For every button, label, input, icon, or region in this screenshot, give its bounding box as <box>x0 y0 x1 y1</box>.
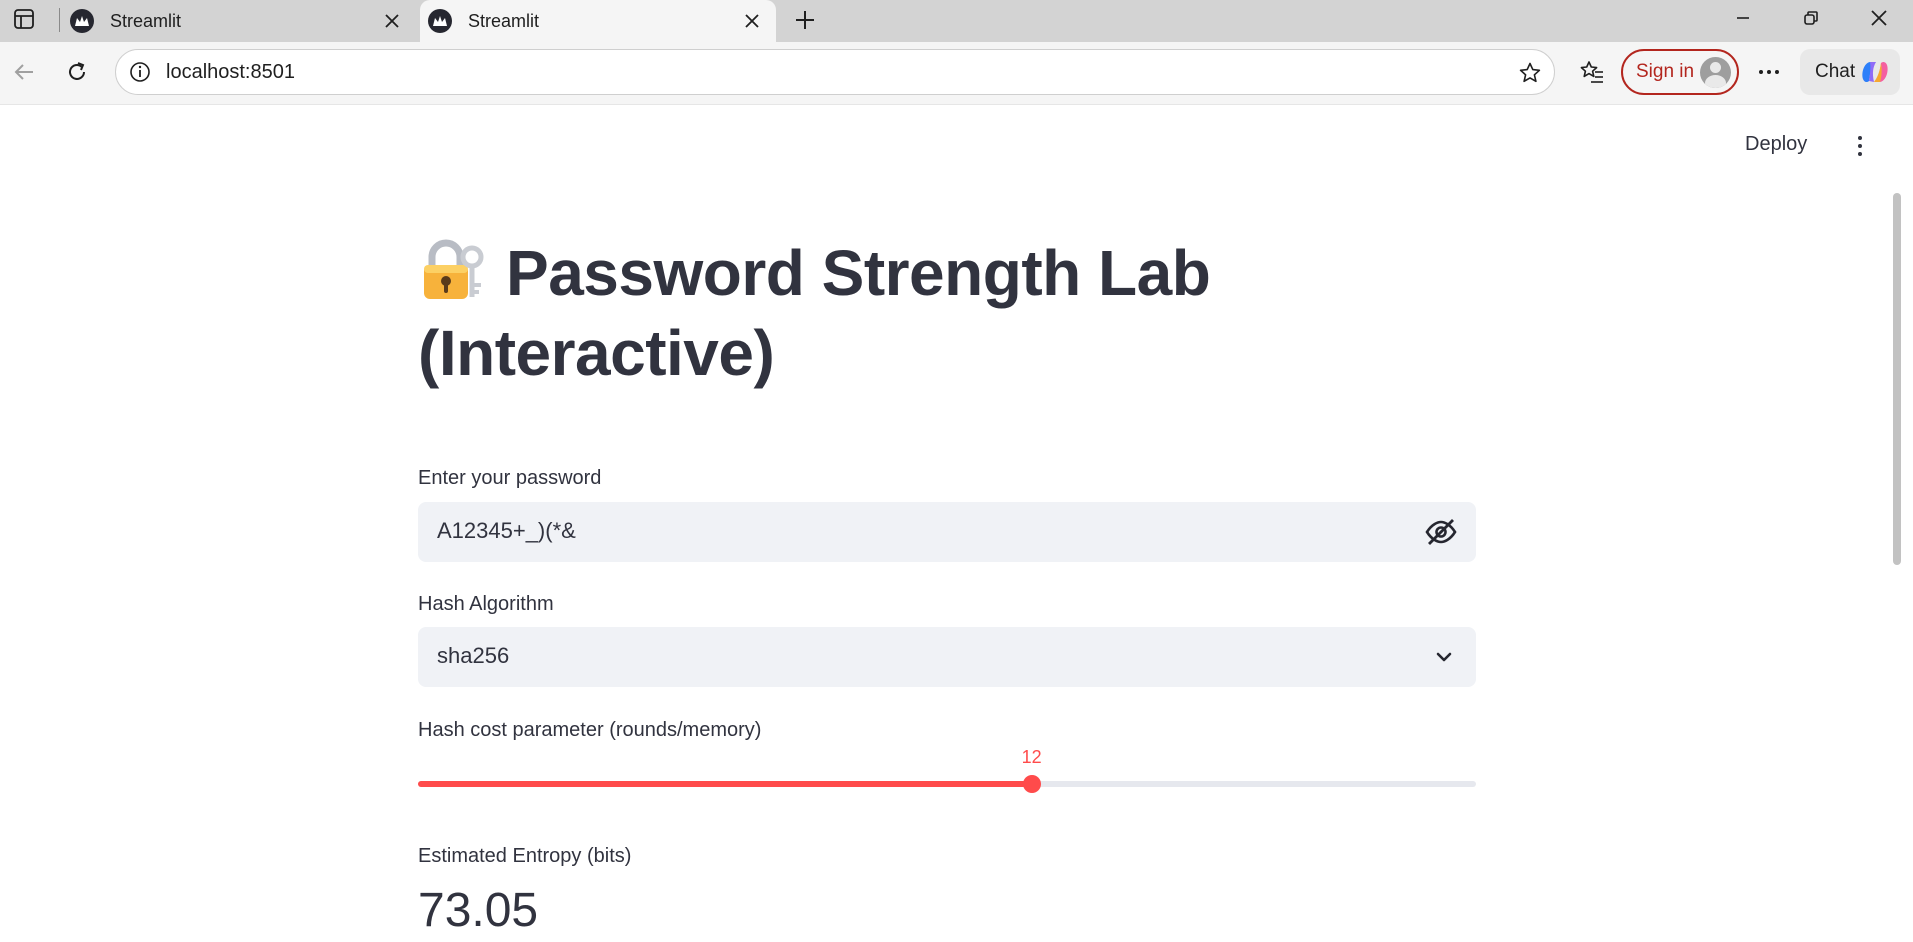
back-arrow-icon <box>14 64 33 80</box>
favorites-list-icon <box>1580 61 1603 83</box>
browser-toolbar: localhost:8501 Sign in Chat <box>0 42 1913 104</box>
plus-icon <box>796 11 814 29</box>
streamlit-favicon-icon <box>70 9 94 33</box>
new-tab-button[interactable] <box>789 4 821 36</box>
slider-fill <box>418 781 1032 787</box>
tab-close-icon[interactable] <box>740 9 764 33</box>
hash-algorithm-label: Hash Algorithm <box>418 593 554 615</box>
hash-algorithm-value: sha256 <box>437 643 510 668</box>
password-label: Enter your password <box>418 467 602 489</box>
password-input[interactable]: A12345+_)(*& <box>418 502 1476 562</box>
streamlit-page: Deploy Password Strength Lab (Interactiv… <box>0 104 1913 942</box>
browser-tab-bar: Streamlit Streamlit <box>0 0 1913 42</box>
tab-title: Streamlit <box>110 10 182 31</box>
close-window-button[interactable] <box>1846 0 1912 36</box>
streamlit-favicon-icon <box>428 9 452 33</box>
profile-avatar-icon <box>1700 57 1731 88</box>
reload-button[interactable] <box>57 52 97 92</box>
entropy-value: 73.05 <box>418 884 539 937</box>
restore-button[interactable] <box>1778 0 1844 36</box>
slider-value-label: 12 <box>1021 747 1042 767</box>
more-menu-button[interactable] <box>1749 52 1789 92</box>
entropy-label: Estimated Entropy (bits) <box>418 845 632 867</box>
password-value: A12345+_)(*& <box>437 518 576 543</box>
browser-tab-1[interactable]: Streamlit <box>62 0 416 42</box>
address-bar[interactable]: localhost:8501 <box>115 49 1555 95</box>
page-scrollbar[interactable] <box>1893 193 1901 565</box>
minimize-icon <box>1737 17 1749 19</box>
slider-thumb[interactable] <box>1022 775 1041 793</box>
tab-close-icon[interactable] <box>380 9 404 33</box>
chevron-down-icon <box>1436 652 1452 662</box>
chat-button[interactable]: Chat <box>1800 49 1900 95</box>
hide-password-icon[interactable] <box>1424 516 1458 548</box>
tab-title: Streamlit <box>468 10 540 31</box>
close-icon <box>1871 10 1887 26</box>
deploy-button[interactable]: Deploy <box>1745 133 1807 156</box>
tab-actions-icon[interactable] <box>8 4 40 34</box>
hash-algorithm-select[interactable]: sha256 <box>418 627 1476 687</box>
copilot-icon <box>1862 61 1888 83</box>
reload-icon <box>69 62 85 80</box>
page-title-text: Password Strength Lab (Interactive) <box>418 237 1211 389</box>
tab-separator <box>59 8 60 32</box>
ellipsis-icon <box>1759 70 1779 74</box>
main-menu-icon[interactable] <box>1848 131 1872 161</box>
sign-in-button[interactable]: Sign in <box>1621 49 1739 95</box>
sign-in-label: Sign in <box>1636 61 1695 82</box>
locked-with-key-icon <box>424 239 484 299</box>
chat-label: Chat <box>1815 61 1856 82</box>
favorites-button[interactable] <box>1572 52 1612 92</box>
page-title: Password Strength Lab (Interactive) <box>418 233 1476 393</box>
site-info-icon[interactable] <box>128 60 152 84</box>
favorite-star-icon[interactable] <box>1516 59 1544 87</box>
back-button[interactable] <box>4 52 44 92</box>
restore-icon <box>1804 11 1818 25</box>
hash-cost-label: Hash cost parameter (rounds/memory) <box>418 719 762 741</box>
browser-tab-2[interactable]: Streamlit <box>420 0 776 42</box>
url-text: localhost:8501 <box>166 61 295 83</box>
hash-cost-slider[interactable] <box>418 775 1476 793</box>
minimize-button[interactable] <box>1710 0 1776 36</box>
